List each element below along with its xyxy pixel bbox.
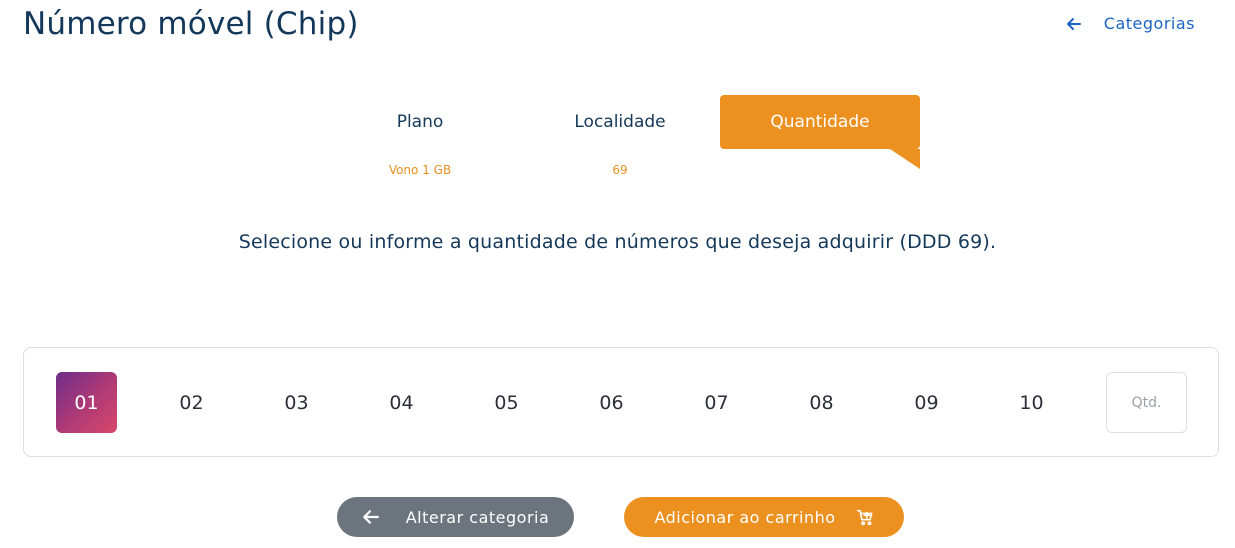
- quantity-option-02[interactable]: 02: [161, 372, 222, 433]
- categories-link-label: Categorias: [1103, 14, 1195, 33]
- change-category-label: Alterar categoria: [405, 507, 550, 527]
- step-label: Quantidade: [770, 112, 870, 132]
- step-plano-value: Vono 1 GB: [388, 163, 452, 177]
- step-plano[interactable]: Plano: [320, 95, 520, 149]
- quantity-option-09[interactable]: 09: [896, 372, 957, 433]
- arrow-left-icon: [362, 510, 379, 524]
- quantity-option-08[interactable]: 08: [791, 372, 852, 433]
- step-localidade-value: 69: [612, 163, 628, 177]
- change-category-button[interactable]: Alterar categoria: [337, 497, 574, 537]
- quantity-option-04[interactable]: 04: [371, 372, 432, 433]
- arrow-left-icon: [1066, 17, 1081, 30]
- page-title: Número móvel (Chip): [23, 6, 359, 42]
- quantity-option-10[interactable]: 10: [1001, 372, 1062, 433]
- cart-icon: [856, 509, 873, 526]
- quantity-option-05[interactable]: 05: [476, 372, 537, 433]
- quantity-option-07[interactable]: 07: [686, 372, 747, 433]
- add-to-cart-button[interactable]: Adicionar ao carrinho: [624, 497, 904, 537]
- step-indicator: Plano Vono 1 GB Localidade 69 Quantidade: [320, 95, 920, 185]
- custom-quantity-input[interactable]: [1106, 372, 1187, 433]
- add-to-cart-label: Adicionar ao carrinho: [654, 507, 836, 527]
- step-localidade[interactable]: Localidade: [520, 95, 720, 149]
- instruction-text: Selecione ou informe a quantidade de núm…: [238, 231, 997, 253]
- quantity-selector: 01 02 03 04 05 06 07 08 09 10: [23, 347, 1219, 457]
- active-step-pointer: [890, 149, 920, 169]
- step-label: Localidade: [574, 112, 666, 132]
- quantity-option-01[interactable]: 01: [56, 372, 117, 433]
- quantity-option-06[interactable]: 06: [581, 372, 642, 433]
- categories-back-link[interactable]: Categorias: [1066, 14, 1195, 33]
- step-quantidade[interactable]: Quantidade: [720, 95, 920, 149]
- quantity-option-03[interactable]: 03: [266, 372, 327, 433]
- step-label: Plano: [396, 112, 444, 132]
